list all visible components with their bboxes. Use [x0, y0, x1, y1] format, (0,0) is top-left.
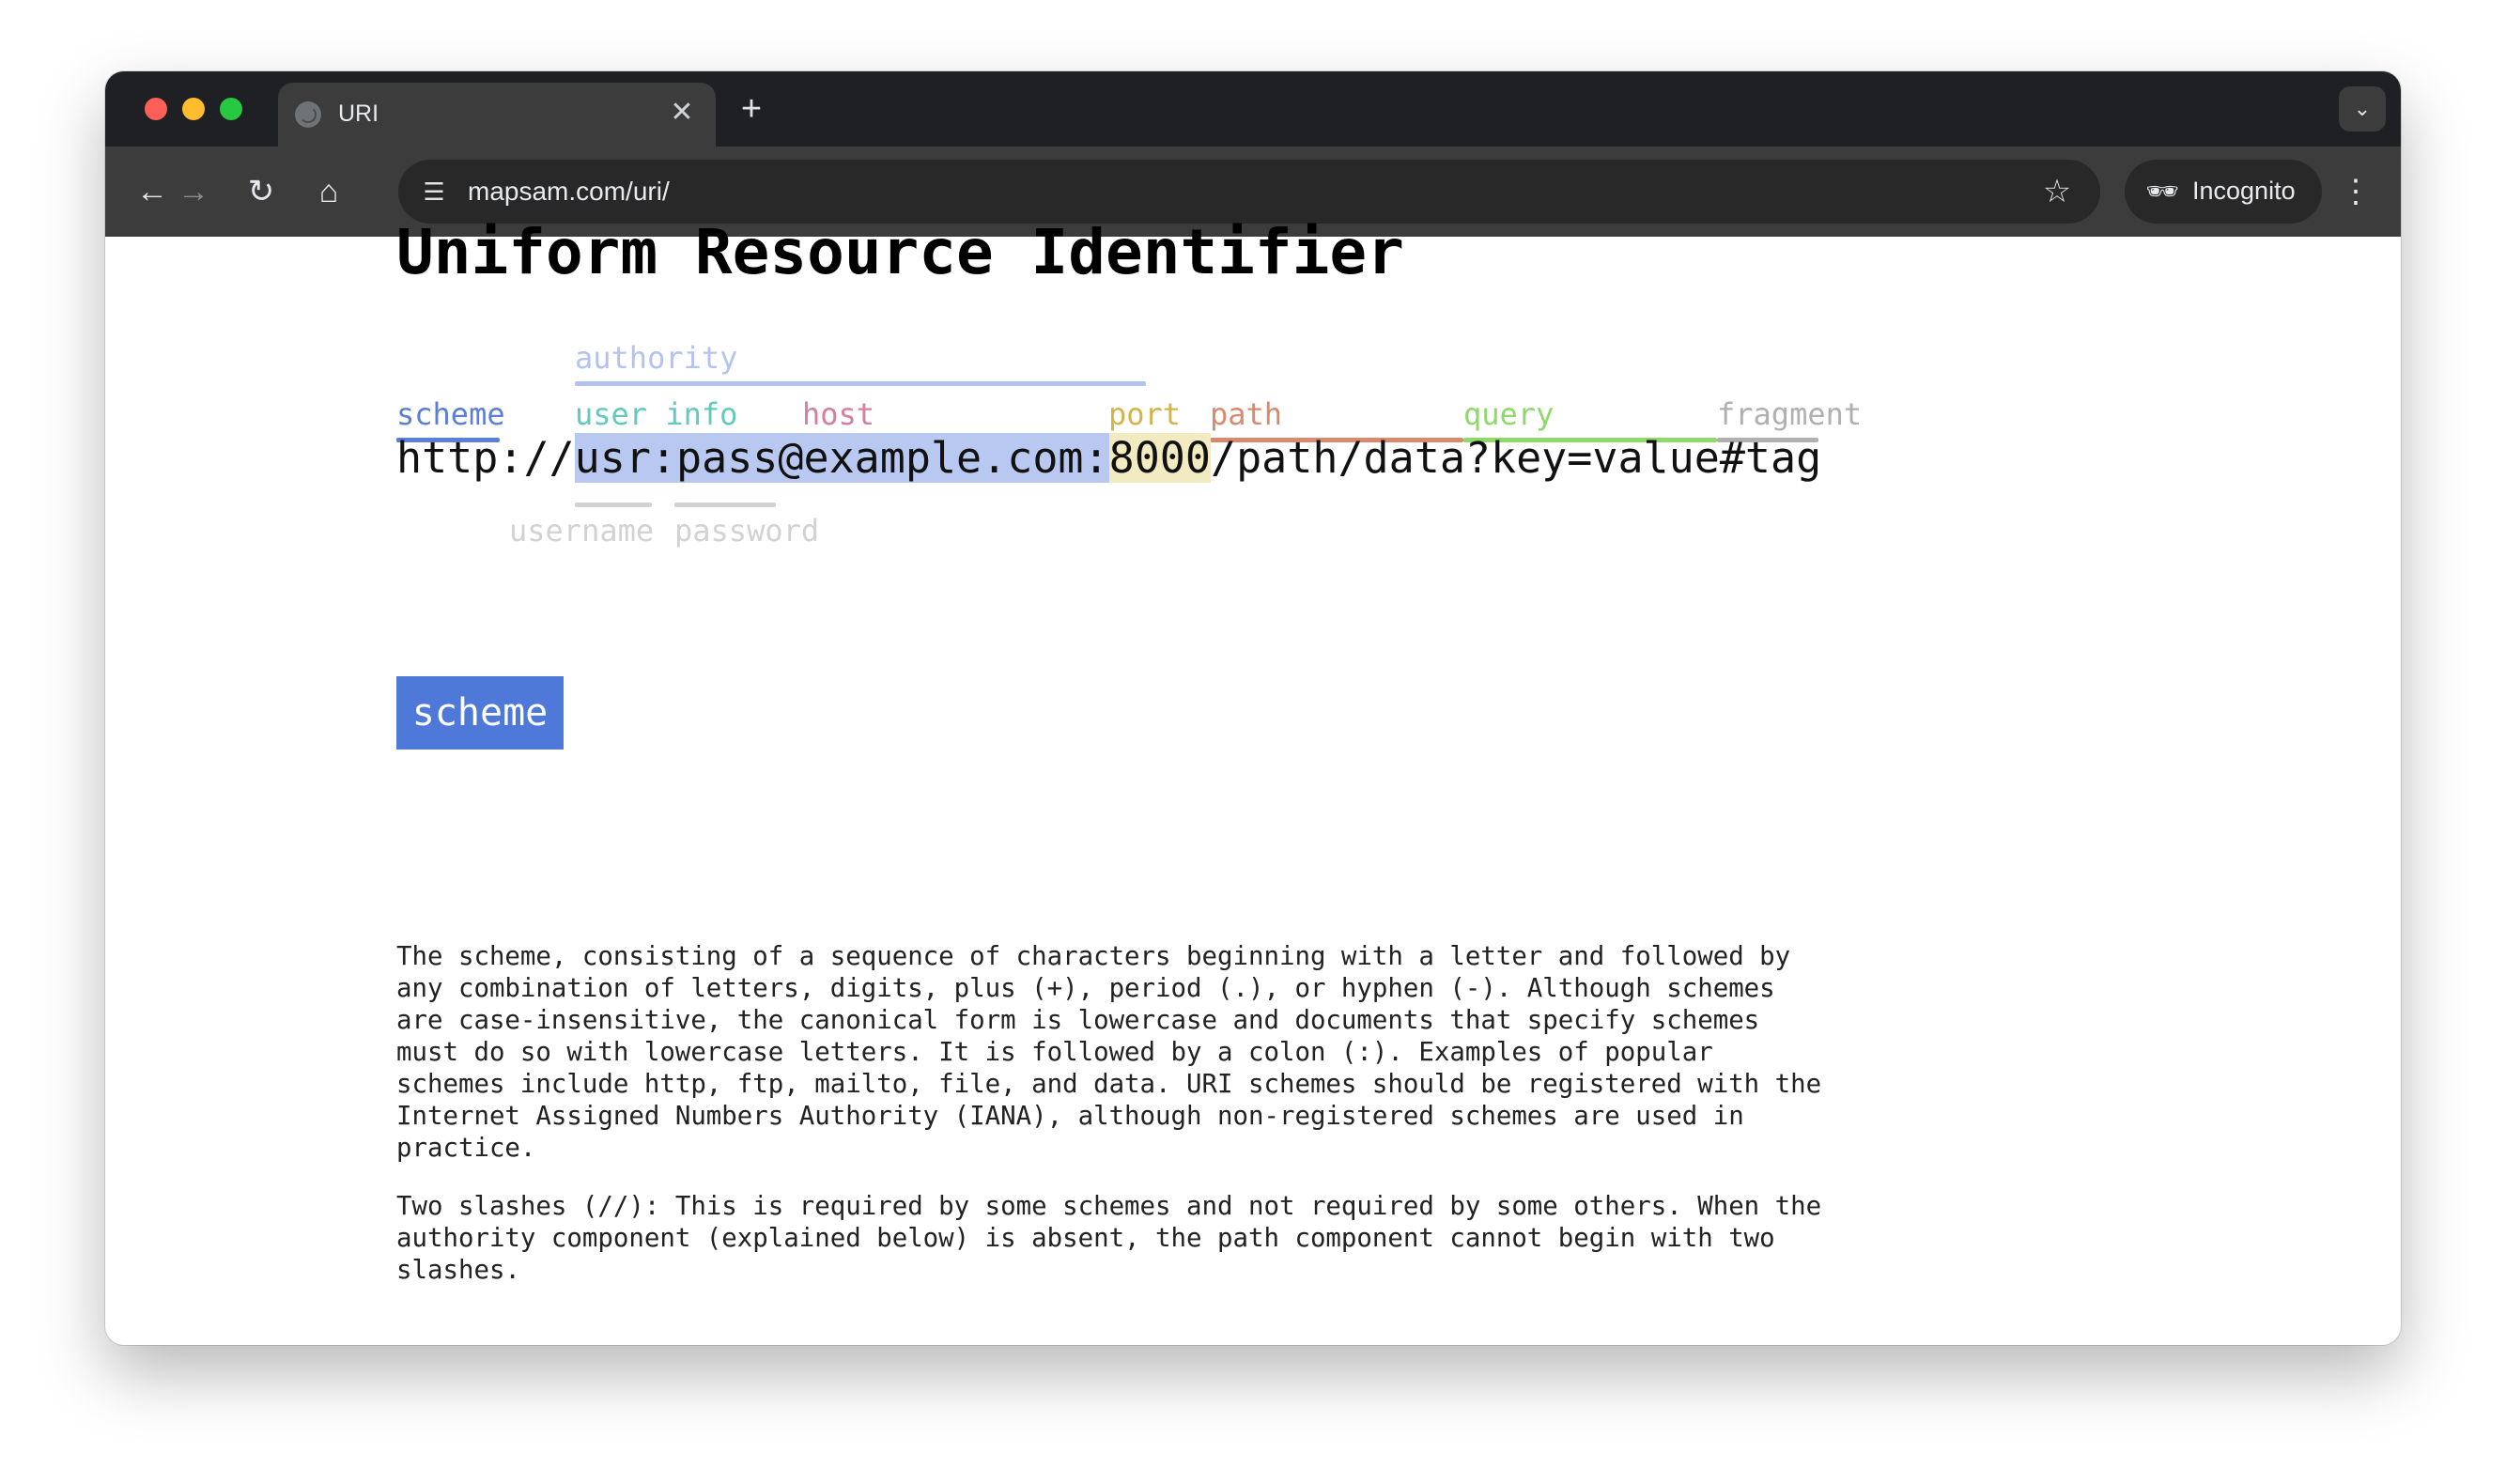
site-info-icon[interactable]: ☰: [415, 173, 453, 210]
uri-scheme-part: http://: [396, 433, 575, 483]
page-title: Uniform Resource Identifier: [396, 216, 1404, 288]
more-menu-icon[interactable]: ⋮: [2333, 169, 2378, 214]
authority-bar: [575, 381, 1146, 386]
globe-icon: [295, 101, 321, 128]
password-bar: [674, 502, 776, 507]
scheme-paragraph: The scheme, consisting of a sequence of …: [396, 942, 1822, 1163]
incognito-label: Incognito: [2192, 177, 2296, 205]
authority-label: authority: [575, 340, 738, 376]
query-label: query: [1463, 396, 1555, 432]
uri-diagram: authority scheme user info host port pat…: [396, 340, 1993, 575]
port-label: port: [1108, 396, 1182, 432]
close-tab-icon[interactable]: ✕: [665, 96, 699, 130]
scheme-label: scheme: [396, 396, 505, 432]
zoom-window-button[interactable]: [220, 98, 242, 120]
reload-icon[interactable]: ↻: [239, 169, 284, 214]
username-bar: [575, 502, 652, 507]
host-label: host: [802, 396, 875, 432]
tab-search-chevron-down-icon[interactable]: ⌄: [2339, 86, 2386, 131]
fragment-label: fragment: [1717, 396, 1863, 432]
incognito-icon: 🕶: [2145, 177, 2179, 206]
uri-rest-part: /path/data?key=value#tag: [1210, 433, 1822, 483]
path-label: path: [1210, 396, 1283, 432]
username-label: username: [509, 513, 655, 549]
new-tab-button[interactable]: +: [733, 90, 770, 128]
home-icon[interactable]: ⌂: [306, 169, 351, 214]
back-arrow-icon[interactable]: ←: [130, 169, 175, 214]
uri-example: http://usr:pass@example.com:8000/path/da…: [396, 433, 1822, 483]
uri-port-part: 8000: [1108, 433, 1211, 483]
address-bar[interactable]: ☰ mapsam.com/uri/ ☆: [398, 160, 2100, 224]
tab-title: URI: [338, 100, 379, 127]
tab-strip: URI ✕ + ⌄: [105, 71, 2401, 147]
user-info-label: user info: [575, 396, 738, 432]
scheme-section-heading: scheme: [396, 676, 564, 750]
forward-arrow-icon[interactable]: →: [171, 169, 216, 214]
incognito-badge[interactable]: 🕶 Incognito: [2125, 160, 2322, 224]
minimize-window-button[interactable]: [182, 98, 205, 120]
close-window-button[interactable]: [145, 98, 167, 120]
password-label: password: [674, 513, 820, 549]
bookmark-star-icon[interactable]: ☆: [2036, 171, 2078, 212]
uri-host-part: @example.com:: [778, 433, 1109, 483]
url-text[interactable]: mapsam.com/uri/: [468, 177, 670, 207]
slashes-paragraph: Two slashes (//): This is required by so…: [396, 1192, 1822, 1285]
tab-uri[interactable]: URI ✕: [278, 83, 716, 147]
uri-userinfo-part: usr:pass: [574, 433, 779, 483]
